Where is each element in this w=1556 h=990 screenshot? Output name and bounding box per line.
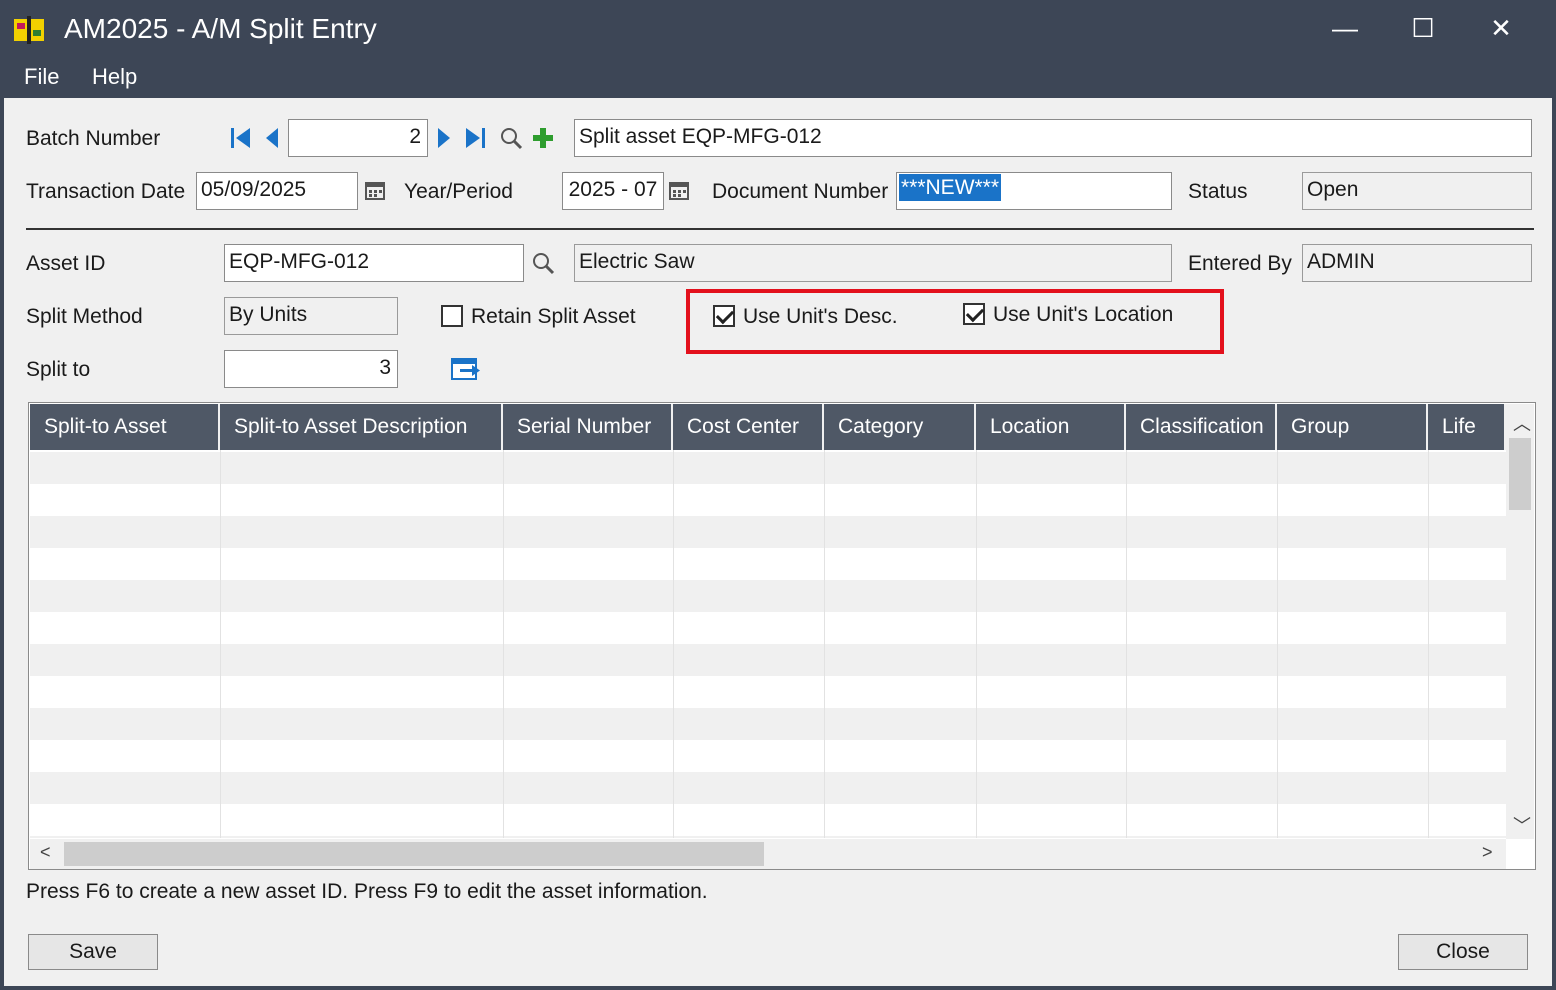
table-row[interactable] — [30, 740, 1506, 772]
status-field: Open — [1302, 172, 1532, 210]
grid-column-divider — [220, 450, 221, 838]
hint-text: Press F6 to create a new asset ID. Press… — [26, 880, 708, 903]
batch-description-field[interactable]: Split asset EQP-MFG-012 — [574, 119, 1532, 157]
asset-id-field[interactable]: EQP-MFG-012 — [224, 244, 524, 282]
app-window: AM2025 - A/M Split Entry — ☐ ✕ File Help… — [0, 0, 1556, 990]
vertical-scroll-thumb[interactable] — [1509, 438, 1531, 510]
table-row[interactable] — [30, 804, 1506, 836]
grid-column-header[interactable]: Location — [976, 404, 1126, 450]
horizontal-scroll-thumb[interactable] — [64, 842, 764, 866]
app-icon — [14, 16, 44, 44]
split-grid[interactable]: Split-to Asset Split-to Asset Description… — [28, 402, 1536, 870]
first-record-icon[interactable] — [228, 125, 254, 151]
use-unit-desc-checkbox[interactable] — [713, 305, 735, 327]
table-row[interactable] — [30, 676, 1506, 708]
apply-split-icon[interactable] — [450, 355, 482, 383]
scroll-left-icon[interactable]: < — [40, 842, 51, 863]
last-record-icon[interactable] — [462, 125, 488, 151]
year-period-field[interactable]: 2025 - 07 — [562, 172, 664, 210]
grid-column-divider — [824, 450, 825, 838]
table-row[interactable] — [30, 452, 1506, 484]
split-method-field[interactable]: By Units — [224, 297, 398, 335]
table-row[interactable] — [30, 644, 1506, 676]
maximize-button[interactable]: ☐ — [1398, 8, 1448, 48]
document-number-field[interactable]: ***NEW*** — [896, 172, 1172, 210]
use-unit-location-checkbox[interactable] — [963, 303, 985, 325]
year-period-label: Year/Period — [404, 180, 513, 203]
split-to-field[interactable]: 3 — [224, 350, 398, 388]
menu-file[interactable]: File — [24, 64, 59, 90]
close-window-button[interactable]: ✕ — [1476, 8, 1526, 48]
save-button[interactable]: Save — [28, 934, 158, 970]
close-button[interactable]: Close — [1398, 934, 1528, 970]
grid-column-divider — [976, 450, 977, 838]
grid-column-header[interactable]: Classification — [1126, 404, 1277, 450]
previous-record-icon[interactable] — [262, 125, 282, 151]
table-row[interactable] — [30, 580, 1506, 612]
grid-column-header[interactable]: Life — [1428, 404, 1506, 450]
horizontal-scrollbar[interactable]: < > — [30, 839, 1506, 869]
asset-description-field: Electric Saw — [574, 244, 1172, 282]
split-method-label: Split Method — [26, 305, 143, 328]
batch-number-label: Batch Number — [26, 127, 161, 150]
asset-id-label: Asset ID — [26, 252, 106, 275]
section-divider — [26, 228, 1534, 230]
use-unit-location-label: Use Unit's Location — [993, 303, 1174, 326]
grid-column-divider — [1126, 450, 1127, 838]
entered-by-field: ADMIN — [1302, 244, 1532, 282]
grid-column-header[interactable]: Split-to Asset — [30, 404, 220, 450]
grid-column-divider — [1428, 450, 1429, 838]
retain-split-asset-checkbox[interactable] — [441, 305, 463, 327]
transaction-date-label: Transaction Date — [26, 180, 186, 203]
table-row[interactable] — [30, 548, 1506, 580]
split-to-label: Split to — [26, 358, 91, 381]
menu-help[interactable]: Help — [92, 64, 137, 90]
period-calendar-icon[interactable] — [668, 179, 690, 201]
vertical-scrollbar[interactable]: ︿ ﹀ — [1506, 404, 1534, 839]
transaction-date-field[interactable]: 05/09/2025 — [196, 172, 358, 210]
grid-header: Split-to Asset Split-to Asset Description… — [30, 404, 1506, 450]
table-row[interactable] — [30, 484, 1506, 516]
calendar-icon[interactable] — [364, 179, 386, 201]
scroll-right-icon[interactable]: > — [1482, 842, 1493, 863]
scroll-up-icon[interactable]: ︿ — [1513, 410, 1531, 436]
document-number-label: Document Number — [712, 180, 889, 203]
next-record-icon[interactable] — [434, 125, 454, 151]
title-bar: AM2025 - A/M Split Entry — ☐ ✕ — [0, 0, 1556, 58]
table-row[interactable] — [30, 772, 1506, 804]
minimize-button[interactable]: — — [1320, 8, 1370, 48]
grid-column-divider — [1277, 450, 1278, 838]
menu-bar: File Help — [0, 58, 1556, 98]
table-row[interactable] — [30, 708, 1506, 740]
entered-by-label: Entered By — [1188, 252, 1292, 275]
batch-search-icon[interactable] — [498, 125, 524, 151]
grid-column-header[interactable]: Cost Center — [673, 404, 824, 450]
table-row[interactable] — [30, 516, 1506, 548]
table-row[interactable] — [30, 836, 1506, 838]
table-row[interactable] — [30, 612, 1506, 644]
grid-column-header[interactable]: Split-to Asset Description — [220, 404, 503, 450]
retain-split-asset-label: Retain Split Asset — [471, 305, 636, 328]
batch-number-field[interactable]: 2 — [288, 119, 428, 157]
status-label: Status — [1188, 180, 1248, 203]
asset-search-icon[interactable] — [530, 250, 556, 276]
grid-column-divider — [673, 450, 674, 838]
add-batch-icon[interactable] — [530, 125, 556, 151]
document-number-selection: ***NEW*** — [899, 174, 1002, 201]
scroll-down-icon[interactable]: ﹀ — [1513, 812, 1531, 838]
grid-column-header[interactable]: Serial Number — [503, 404, 673, 450]
grid-column-header[interactable]: Category — [824, 404, 976, 450]
grid-column-divider — [503, 450, 504, 838]
use-unit-desc-label: Use Unit's Desc. — [743, 305, 898, 328]
grid-body[interactable] — [30, 450, 1506, 838]
grid-column-header[interactable]: Group — [1277, 404, 1428, 450]
window-title: AM2025 - A/M Split Entry — [64, 13, 377, 44]
